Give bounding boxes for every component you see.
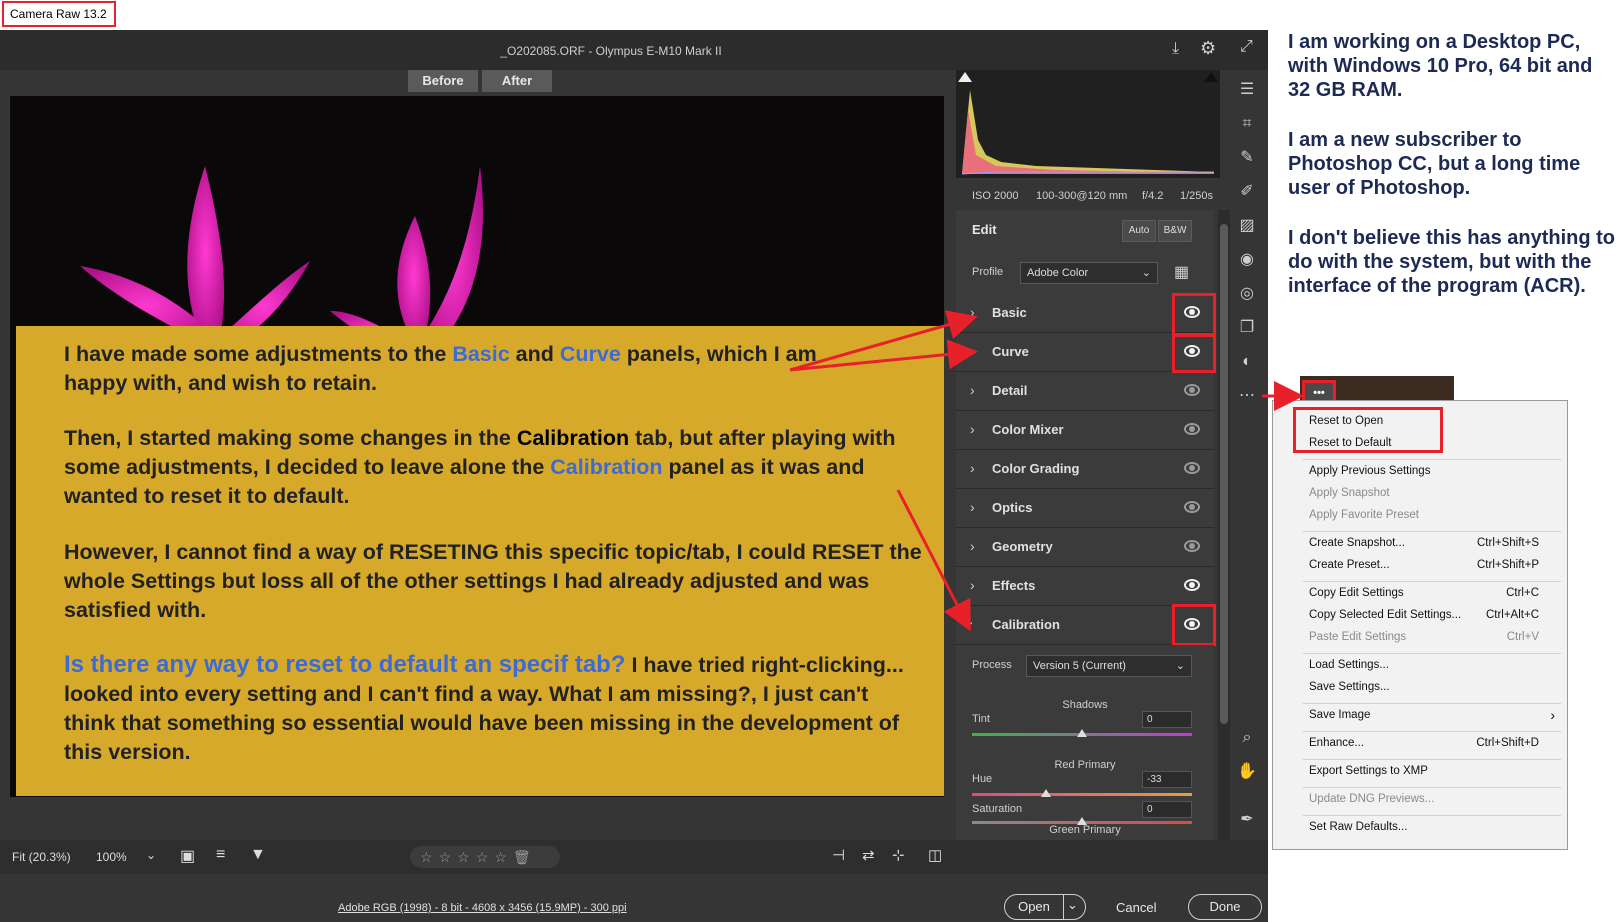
arrow-to-calibration [896,489,971,632]
annotation-arrows [789,310,1304,632]
